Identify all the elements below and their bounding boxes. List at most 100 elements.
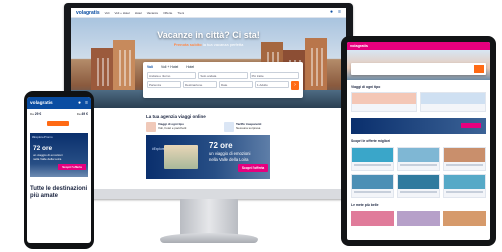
- feature-thumbnail: [146, 122, 156, 132]
- promo-cta-button[interactable]: Scopri l'offerta: [58, 164, 86, 170]
- offer-tile[interactable]: [443, 147, 486, 171]
- logo[interactable]: volagratis: [350, 44, 487, 48]
- features-row: Viaggi di ogni tipo Voli, hotel e pacche…: [146, 122, 346, 132]
- tile-image: [398, 175, 439, 189]
- tablet-screen: volagratis Viaggi di ogni tipo Scopri le…: [347, 42, 490, 240]
- tile-text: [400, 191, 437, 193]
- trip-type-multi[interactable]: Più tratte: [249, 72, 299, 79]
- search-tabs: Voli Voli + Hotel Hotel: [147, 65, 299, 69]
- tab-voli[interactable]: Voli: [147, 65, 153, 69]
- price-item[interactable]: Da 49 €: [77, 112, 88, 116]
- desktop-screen: volagratis Voli Voli + Hotel Hotel Vacan…: [71, 8, 346, 189]
- logo[interactable]: volagratis: [76, 10, 100, 16]
- tab-hotel[interactable]: Hotel: [186, 65, 194, 69]
- card-image: [352, 93, 416, 104]
- building-illustration: [113, 40, 135, 90]
- castle-photo: [164, 145, 198, 169]
- offer-tile[interactable]: [443, 174, 486, 198]
- hero-banner: Vacanze in città? Ci sta! Prenota subito…: [71, 18, 346, 108]
- feature-card[interactable]: [351, 92, 417, 112]
- promo-headline: 72 ore: [209, 141, 233, 150]
- departure-field[interactable]: Partenza: [147, 81, 181, 88]
- promo-banner[interactable]: [351, 118, 486, 134]
- hero-title: Vacanze in città? Ci sta!: [157, 30, 260, 40]
- feature-card[interactable]: [420, 92, 486, 112]
- user-icon[interactable]: ●: [78, 100, 81, 106]
- tile-image: [352, 148, 393, 162]
- section-title: Scopri le offerte migliori: [351, 139, 390, 143]
- menu-icon[interactable]: ≡: [85, 100, 88, 106]
- feature-item: Tariffe trasparenti Nessuna sorpresa: [224, 122, 290, 132]
- destinations-title: Tutte le destinazioni più amate: [30, 186, 88, 199]
- smartphone: volagratis ● ≡ Da 29 € Da 49 € #ExploreP…: [24, 91, 94, 249]
- price-item[interactable]: Da 29 €: [30, 112, 41, 116]
- tile-text: [354, 191, 391, 193]
- promo-line: nella Valle della Loira: [209, 157, 249, 162]
- promo-cta-button[interactable]: Scopri l'offerta: [238, 164, 268, 172]
- offer-tile[interactable]: [397, 147, 440, 171]
- section-title: Le mete più belle: [351, 203, 379, 207]
- trip-type-roundtrip[interactable]: Andata e ritorno: [147, 72, 197, 79]
- desktop-monitor: volagratis Voli Voli + Hotel Hotel Vacan…: [64, 3, 353, 199]
- offers-grid: [351, 147, 486, 198]
- offer-tile[interactable]: [351, 174, 394, 198]
- offer-tile[interactable]: [351, 147, 394, 171]
- monitor-stand-neck: [180, 199, 238, 235]
- destination-tile[interactable]: [443, 211, 486, 226]
- tablet-hero: [347, 50, 490, 80]
- search-box: Voli Voli + Hotel Hotel Andata e ritorno…: [143, 62, 303, 98]
- promo-line: nella Valle della Loira: [33, 157, 62, 161]
- destinations-strip: [351, 211, 486, 226]
- dates-field[interactable]: Date: [219, 81, 253, 88]
- nav-link-treni[interactable]: Treni: [177, 11, 184, 15]
- nav-link-hotel[interactable]: Hotel: [135, 11, 142, 15]
- passengers-field[interactable]: 1 Adulto: [255, 81, 289, 88]
- tile-text: [400, 164, 437, 166]
- tile-image: [398, 148, 439, 162]
- promo-banner[interactable]: #ExplorePromo 72 ore un viaggio di emozi…: [30, 133, 88, 177]
- tab-voli-hotel[interactable]: Voli + Hotel: [161, 65, 178, 69]
- destination-tile[interactable]: [351, 211, 394, 226]
- tablet: volagratis Viaggi di ogni tipo Scopri le…: [341, 36, 496, 246]
- search-box[interactable]: [351, 63, 486, 75]
- destination-tile[interactable]: [397, 211, 440, 226]
- search-button[interactable]: [474, 65, 484, 73]
- monitor-chin: [64, 189, 353, 199]
- promo-banner[interactable]: #ExplorePromo 72 ore un viaggio di emozi…: [146, 135, 270, 179]
- tile-text: [354, 164, 391, 166]
- promo-headline: 72 ore: [33, 145, 53, 152]
- tile-image: [444, 175, 485, 189]
- trip-type-oneway[interactable]: Solo andata: [198, 72, 248, 79]
- section-title: Viaggi di ogni tipo: [351, 85, 381, 89]
- nav-link-voli-hotel[interactable]: Voli + Hotel: [114, 11, 129, 15]
- offer-tile[interactable]: [397, 174, 440, 198]
- phone-screen: volagratis ● ≡ Da 29 € Da 49 € #ExploreP…: [27, 97, 91, 243]
- hero-subtitle-text: la tua vacanza perfetta: [202, 42, 244, 47]
- nav-link-offerte[interactable]: Offerte: [163, 11, 172, 15]
- section-title: La tua agenzia viaggi online: [146, 114, 206, 119]
- card-image: [421, 93, 485, 104]
- nav-link-voli[interactable]: Voli: [105, 11, 110, 15]
- tile-image: [352, 175, 393, 189]
- feature-item: Viaggi di ogni tipo Voli, hotel e pacche…: [146, 122, 212, 132]
- promo-line: un viaggio di emozioni: [209, 151, 251, 156]
- logo[interactable]: volagratis: [30, 101, 74, 106]
- nav-link-vacanze[interactable]: Vacanze: [147, 11, 158, 15]
- price-value: 49 €: [81, 112, 88, 116]
- feature-cards: [351, 92, 486, 112]
- user-icon[interactable]: ●: [330, 10, 333, 15]
- menu-icon[interactable]: ≡: [338, 10, 341, 15]
- feature-text: Viaggi di ogni tipo Voli, hotel e pacche…: [158, 122, 186, 132]
- promo-cta-button[interactable]: [461, 123, 481, 128]
- tablet-navbar: volagratis: [347, 42, 490, 50]
- search-button[interactable]: [47, 121, 69, 126]
- price-label: Da: [76, 112, 81, 116]
- promo-hashtag: #ExplorePromo: [32, 135, 53, 139]
- trip-type-row: Andata e ritorno Solo andata Più tratte: [147, 72, 299, 79]
- destination-field[interactable]: Destinazione: [183, 81, 217, 88]
- hero-subtitle-highlight: Prenota subito: [173, 42, 202, 47]
- feature-desc: Nessuna sorpresa: [236, 126, 261, 130]
- building-illustration: [91, 48, 113, 90]
- search-button[interactable]: ›: [291, 81, 299, 90]
- price-value: 29 €: [34, 112, 42, 116]
